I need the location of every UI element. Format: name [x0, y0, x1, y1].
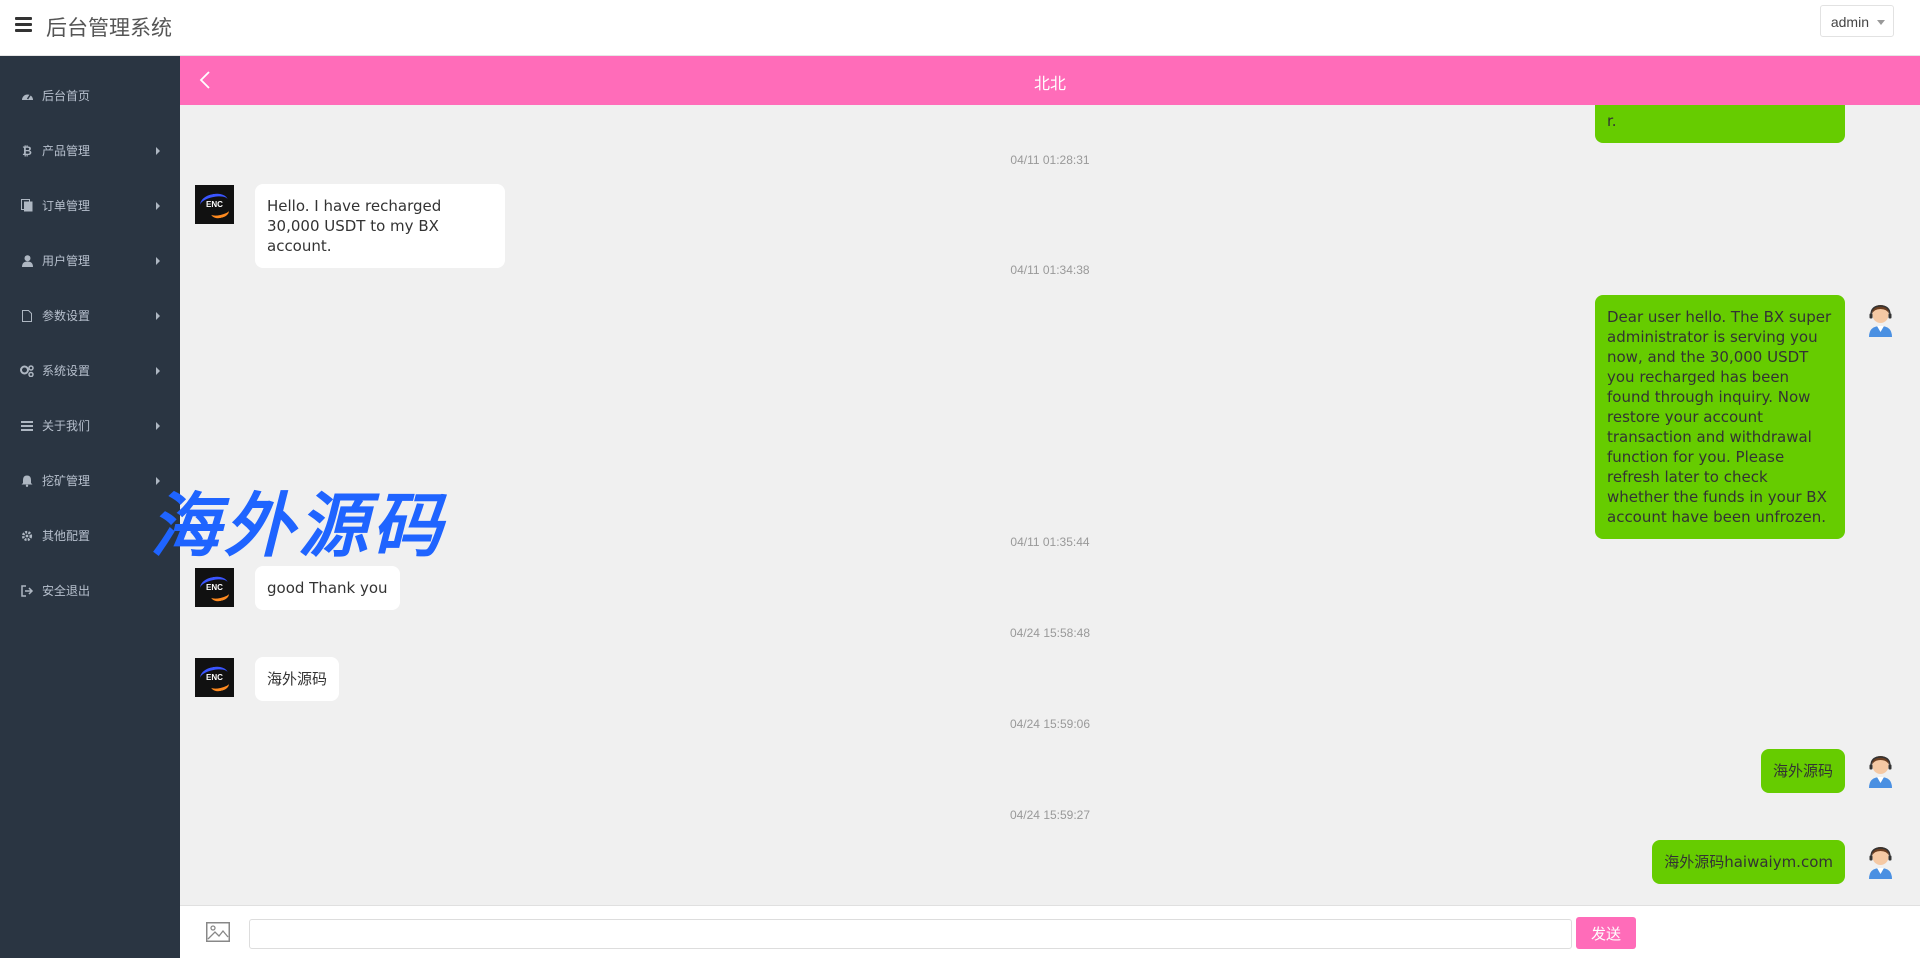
files-icon: [20, 199, 34, 213]
user-icon: [20, 254, 34, 268]
partner-avatar: ENC: [195, 568, 234, 607]
document-icon: [20, 309, 34, 323]
top-bar: 后台管理系统 admin: [0, 0, 1920, 56]
message-bubble-outgoing: 海外源码haiwaiym.com: [1652, 840, 1845, 884]
caret-right-icon: [156, 202, 160, 210]
menu-toggle-icon[interactable]: [15, 17, 32, 32]
caret-right-icon: [156, 312, 160, 320]
caret-down-icon: [1877, 20, 1885, 25]
caret-right-icon: [156, 147, 160, 155]
message-timestamp: 04/24 15:59:27: [1009, 808, 1091, 822]
message-timestamp: 04/24 15:58:48: [1009, 626, 1091, 640]
message-timestamp: 04/11 01:28:31: [1010, 153, 1090, 167]
sidebar-item-system-settings[interactable]: 系统设置: [0, 343, 180, 398]
sidebar-item-label: 挖矿管理: [42, 474, 91, 488]
sidebar-item-other-config[interactable]: 其他配置: [0, 508, 180, 563]
support-agent-icon: [1869, 305, 1892, 337]
user-name: admin: [1830, 14, 1869, 30]
list-icon: [20, 419, 34, 433]
message-text: r.: [1607, 112, 1617, 130]
sidebar-item-label: 其他配置: [42, 529, 91, 543]
message-bubble-outgoing: 海外源码: [1760, 749, 1845, 793]
chat-header: 北北: [180, 56, 1920, 105]
sign-out-icon: [20, 584, 34, 598]
sidebar-item-mining[interactable]: 挖矿管理: [0, 453, 180, 508]
sidebar-item-users[interactable]: 用户管理: [0, 233, 180, 288]
enc-logo-icon: ENC: [195, 185, 234, 224]
sidebar-item-label: 用户管理: [42, 254, 91, 268]
message-text: Dear user hello. The BX super administra…: [1607, 308, 1832, 526]
caret-right-icon: [156, 477, 160, 485]
message-text: 海外源码haiwaiym.com: [1664, 853, 1833, 871]
sidebar: 后台首页 ₿ 产品管理 订单管理 用户管理 参数设置 系统设置 关于我们 挖矿管…: [0, 56, 180, 958]
enc-logo-icon: ENC: [195, 568, 234, 607]
message-text: good Thank you: [267, 579, 388, 597]
sidebar-item-home[interactable]: 后台首页: [0, 68, 180, 123]
message-timestamp: 04/11 01:34:38: [1010, 263, 1090, 277]
message-bubble-incoming: 海外源码: [255, 657, 340, 701]
message-bubble-incoming: good Thank you: [255, 566, 400, 610]
message-text: 海外源码: [267, 670, 328, 688]
gear-icon: [20, 529, 34, 543]
sidebar-item-products[interactable]: ₿ 产品管理: [0, 123, 180, 178]
sidebar-item-label: 产品管理: [42, 144, 91, 158]
sidebar-item-label: 订单管理: [42, 199, 91, 213]
message-bubble-incoming: Hello. I have recharged 30,000 USDT to m…: [255, 184, 505, 268]
chat-title: 北北: [1033, 76, 1066, 93]
sidebar-item-label: 后台首页: [42, 89, 91, 103]
dashboard-icon: [20, 89, 34, 103]
gears-icon: [20, 364, 34, 378]
message-timestamp: 04/11 01:35:44: [1010, 535, 1090, 549]
caret-right-icon: [156, 422, 160, 430]
chat-messages[interactable]: r. 04/11 01:28:31 ENC Hello. I have rech…: [180, 105, 1920, 905]
bell-icon: [20, 474, 34, 488]
enc-logo-icon: ENC: [195, 658, 234, 697]
message-text: Hello. I have recharged 30,000 USDT to m…: [267, 197, 442, 255]
sidebar-item-about-us[interactable]: 关于我们: [0, 398, 180, 453]
message-input[interactable]: [249, 919, 1572, 949]
admin-avatar: [1861, 300, 1900, 339]
support-agent-icon: [1869, 756, 1892, 788]
admin-avatar: [1861, 751, 1900, 790]
bitcoin-icon: ₿: [22, 143, 32, 158]
sidebar-item-parameters[interactable]: 参数设置: [0, 288, 180, 343]
app-title: 后台管理系统: [46, 17, 172, 40]
user-menu-dropdown[interactable]: admin: [1819, 5, 1894, 37]
send-button[interactable]: 发送: [1576, 917, 1636, 949]
sidebar-item-logout[interactable]: 安全退出: [0, 563, 180, 618]
message-composer: 发送: [180, 905, 1920, 958]
sidebar-item-orders[interactable]: 订单管理: [0, 178, 180, 233]
sidebar-item-label: 系统设置: [42, 364, 91, 378]
admin-avatar: [1861, 842, 1900, 881]
message-timestamp: 04/24 15:59:06: [1009, 717, 1091, 731]
message-bubble-outgoing: Dear user hello. The BX super administra…: [1595, 295, 1845, 539]
caret-right-icon: [156, 257, 160, 265]
caret-right-icon: [156, 367, 160, 375]
partner-avatar: ENC: [195, 185, 234, 224]
partner-avatar: ENC: [195, 658, 234, 697]
message-bubble-outgoing: r.: [1595, 105, 1845, 143]
message-text: 海外源码: [1772, 762, 1833, 780]
support-agent-icon: [1869, 847, 1892, 879]
sidebar-item-label: 关于我们: [42, 419, 91, 433]
sidebar-item-label: 安全退出: [42, 584, 91, 598]
image-upload-icon[interactable]: [206, 922, 230, 942]
sidebar-item-label: 参数设置: [42, 309, 91, 323]
